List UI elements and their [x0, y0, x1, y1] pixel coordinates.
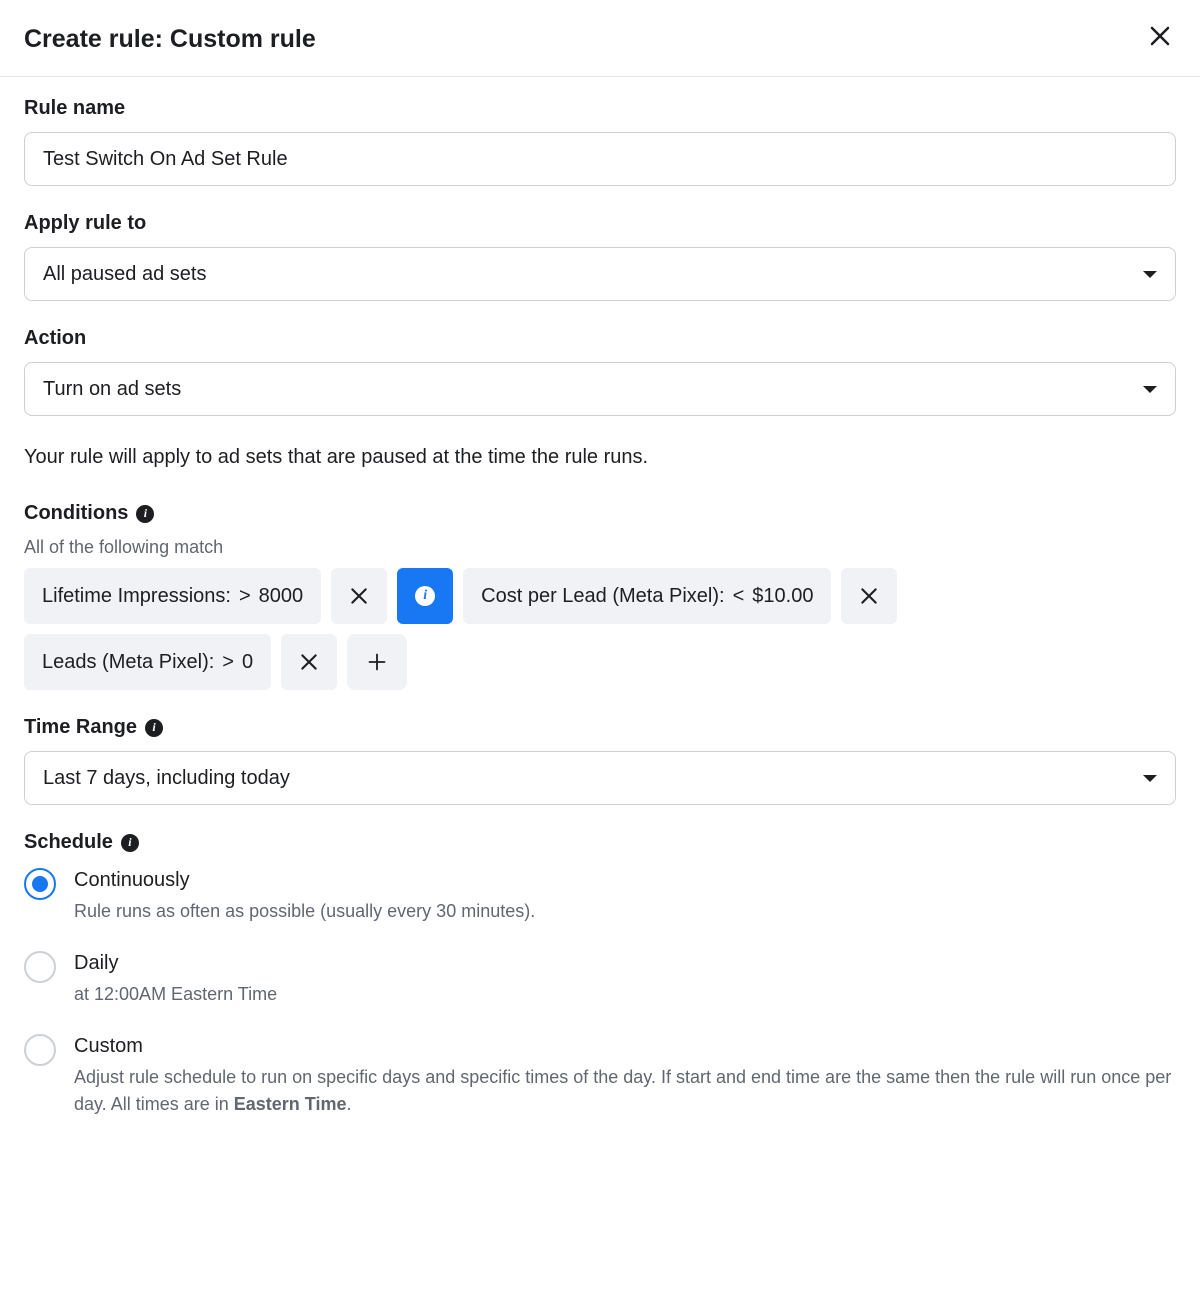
conditions-subtext: All of the following match: [24, 537, 1176, 558]
info-icon[interactable]: i: [121, 834, 139, 852]
time-range-value: Last 7 days, including today: [43, 767, 290, 790]
apply-rule-to-group: Apply rule to All paused ad sets: [24, 212, 1176, 301]
radio-description: Rule runs as often as possible (usually …: [74, 898, 1176, 925]
close-icon: [859, 586, 879, 606]
radio-button[interactable]: [24, 1034, 56, 1066]
radio-title: Continuously: [74, 866, 1176, 894]
radio-description: Adjust rule schedule to run on specific …: [74, 1064, 1176, 1118]
add-condition-button[interactable]: [347, 634, 407, 690]
close-icon: [299, 652, 319, 672]
radio-content: Custom Adjust rule schedule to run on sp…: [74, 1032, 1176, 1118]
conditions-label: Conditions i: [24, 502, 1176, 525]
radio-description: at 12:00AM Eastern Time: [74, 981, 1176, 1008]
condition-metric: Leads (Meta Pixel):: [42, 651, 214, 674]
condition-info-button[interactable]: i: [397, 568, 453, 624]
action-description: Your rule will apply to ad sets that are…: [24, 442, 1176, 472]
condition-metric: Lifetime Impressions:: [42, 585, 231, 608]
caret-down-icon: [1143, 386, 1157, 393]
rule-name-input[interactable]: [24, 132, 1176, 186]
radio-button[interactable]: [24, 868, 56, 900]
caret-down-icon: [1143, 271, 1157, 278]
schedule-group: Schedule i Continuously Rule runs as oft…: [24, 831, 1176, 1118]
radio-button[interactable]: [24, 951, 56, 983]
condition-value: 8000: [259, 585, 304, 608]
radio-desc-suffix: .: [346, 1094, 351, 1114]
radio-content: Continuously Rule runs as often as possi…: [74, 866, 1176, 925]
condition-metric: Cost per Lead (Meta Pixel):: [481, 585, 724, 608]
schedule-option-custom[interactable]: Custom Adjust rule schedule to run on sp…: [24, 1032, 1176, 1118]
action-value: Turn on ad sets: [43, 378, 181, 401]
condition-chip[interactable]: Cost per Lead (Meta Pixel): < $10.00: [463, 568, 831, 624]
info-icon[interactable]: i: [136, 505, 154, 523]
conditions-label-text: Conditions: [24, 502, 128, 525]
condition-remove-button[interactable]: [841, 568, 897, 624]
schedule-label: Schedule i: [24, 831, 1176, 854]
dialog-body: Rule name Apply rule to All paused ad se…: [0, 77, 1200, 1164]
radio-title: Custom: [74, 1032, 1176, 1060]
condition-operator: >: [239, 585, 251, 608]
conditions-row-1: Lifetime Impressions: > 8000 i Cost per …: [24, 568, 1176, 624]
condition-value: $10.00: [752, 585, 813, 608]
action-group: Action Turn on ad sets: [24, 327, 1176, 416]
condition-operator: <: [733, 585, 745, 608]
info-icon: i: [415, 586, 435, 606]
plus-icon: [367, 652, 387, 672]
schedule-label-text: Schedule: [24, 831, 113, 854]
apply-rule-to-value: All paused ad sets: [43, 263, 206, 286]
time-range-select[interactable]: Last 7 days, including today: [24, 751, 1176, 805]
info-icon[interactable]: i: [145, 719, 163, 737]
apply-rule-to-select[interactable]: All paused ad sets: [24, 247, 1176, 301]
condition-operator: >: [222, 651, 234, 674]
dialog-header: Create rule: Custom rule: [0, 0, 1200, 77]
action-select[interactable]: Turn on ad sets: [24, 362, 1176, 416]
condition-remove-button[interactable]: [281, 634, 337, 690]
schedule-option-continuously[interactable]: Continuously Rule runs as often as possi…: [24, 866, 1176, 925]
radio-dot-icon: [32, 876, 48, 892]
action-label: Action: [24, 327, 1176, 350]
close-icon: [349, 586, 369, 606]
radio-content: Daily at 12:00AM Eastern Time: [74, 949, 1176, 1008]
time-range-label: Time Range i: [24, 716, 1176, 739]
radio-title: Daily: [74, 949, 1176, 977]
rule-name-group: Rule name: [24, 97, 1176, 186]
radio-desc-bold: Eastern Time: [234, 1094, 347, 1114]
condition-value: 0: [242, 651, 253, 674]
condition-remove-button[interactable]: [331, 568, 387, 624]
apply-rule-to-label: Apply rule to: [24, 212, 1176, 235]
condition-chip[interactable]: Lifetime Impressions: > 8000: [24, 568, 321, 624]
schedule-option-daily[interactable]: Daily at 12:00AM Eastern Time: [24, 949, 1176, 1008]
condition-chip[interactable]: Leads (Meta Pixel): > 0: [24, 634, 271, 690]
time-range-group: Time Range i Last 7 days, including toda…: [24, 716, 1176, 805]
time-range-label-text: Time Range: [24, 716, 137, 739]
close-button[interactable]: [1144, 20, 1176, 58]
dialog-title: Create rule: Custom rule: [24, 25, 316, 54]
caret-down-icon: [1143, 775, 1157, 782]
close-icon: [1148, 24, 1172, 48]
rule-name-label: Rule name: [24, 97, 1176, 120]
conditions-group: Conditions i All of the following match …: [24, 502, 1176, 690]
conditions-row-2: Leads (Meta Pixel): > 0: [24, 634, 1176, 690]
